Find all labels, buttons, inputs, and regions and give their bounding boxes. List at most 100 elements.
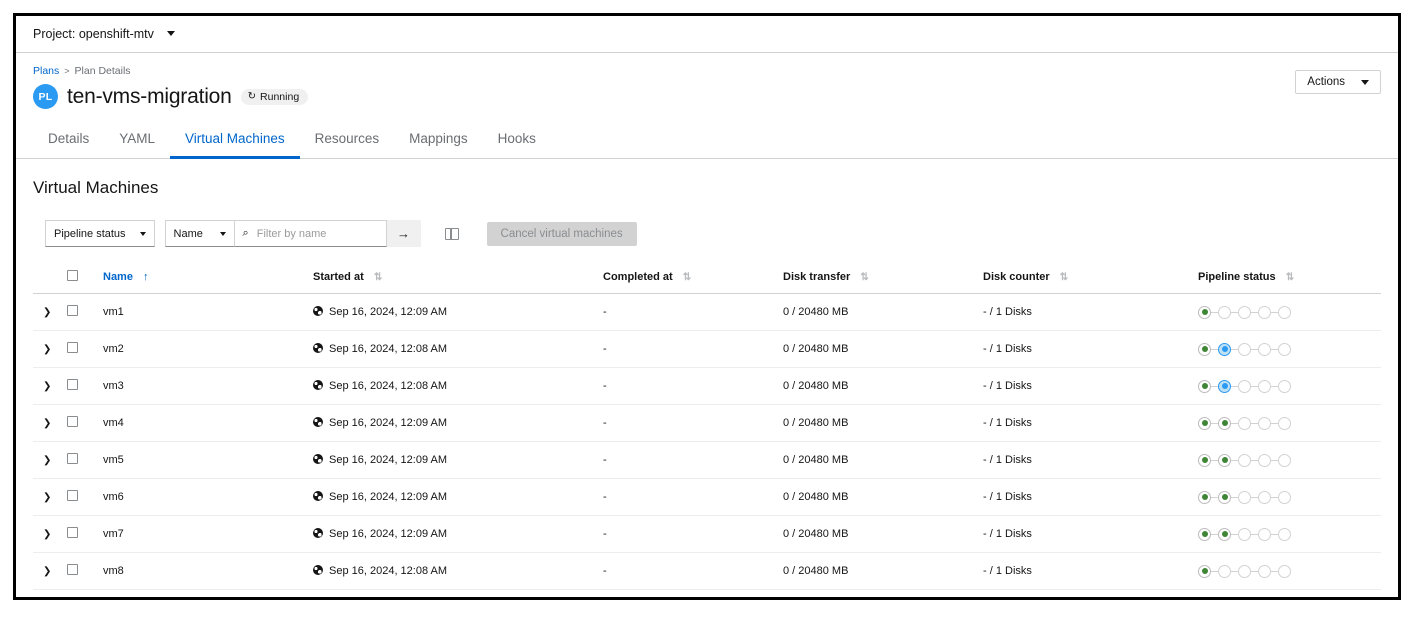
pipeline-step-done[interactable] [1218, 490, 1231, 504]
row-checkbox[interactable] [67, 416, 78, 427]
tab-virtual-machines[interactable]: Virtual Machines [170, 123, 300, 159]
search-input[interactable] [254, 226, 378, 241]
pipeline-step-pending[interactable] [1278, 453, 1291, 467]
pipeline-step-pending[interactable] [1278, 527, 1291, 541]
row-checkbox[interactable] [67, 564, 78, 575]
pipeline-step-pending[interactable] [1258, 490, 1271, 504]
row-expand-toggle[interactable]: ❯ [33, 552, 67, 590]
pipeline-status-indicator [1198, 305, 1381, 319]
select-all-checkbox[interactable] [67, 270, 78, 281]
th-name[interactable]: Name ↑ [103, 265, 313, 294]
row-expand-toggle[interactable]: ❯ [33, 515, 67, 553]
row-checkbox[interactable] [67, 379, 78, 390]
pipeline-step-done[interactable] [1198, 342, 1211, 356]
sort-icon[interactable]: ⇅ [374, 272, 382, 283]
pipeline-step-pending[interactable] [1258, 416, 1271, 430]
pipeline-step-pending[interactable] [1258, 453, 1271, 467]
pipeline-step-pending[interactable] [1258, 564, 1271, 578]
row-expand-toggle[interactable]: ❯ [33, 478, 67, 516]
pipeline-step-pending[interactable] [1218, 564, 1231, 578]
pipeline-step-fill [1221, 346, 1228, 352]
row-expand-toggle[interactable]: ❯ [33, 367, 67, 405]
started-at-value: Sep 16, 2024, 12:09 AM [329, 528, 448, 540]
th-disk-counter[interactable]: Disk counter ⇅ [983, 265, 1198, 294]
tab-details[interactable]: Details [33, 123, 104, 159]
pipeline-step-done[interactable] [1198, 379, 1211, 393]
row-expand-toggle[interactable]: ❯ [33, 330, 67, 368]
th-pipeline-status[interactable]: Pipeline status ⇅ [1198, 265, 1381, 294]
project-selector[interactable]: Project: openshift-mtv [33, 25, 176, 43]
search-submit-button[interactable]: → [386, 220, 421, 247]
sort-asc-icon[interactable]: ↑ [143, 271, 148, 283]
pipeline-step-pending[interactable] [1258, 379, 1271, 393]
sort-icon[interactable]: ⇅ [683, 272, 691, 283]
row-expand-toggle[interactable]: ❯ [33, 293, 67, 331]
pipeline-step-pending[interactable] [1278, 379, 1291, 393]
pipeline-step-pending[interactable] [1238, 416, 1251, 430]
pipeline-step-done[interactable] [1218, 527, 1231, 541]
cell-started-at: Sep 16, 2024, 12:08 AM [313, 367, 603, 405]
pipeline-step-done[interactable] [1198, 527, 1211, 541]
search-box[interactable]: ⌕ [234, 220, 387, 247]
pipeline-step-active[interactable] [1218, 342, 1231, 356]
pipeline-connector [1231, 311, 1238, 313]
pipeline-step-pending[interactable] [1238, 342, 1251, 356]
row-checkbox[interactable] [67, 453, 78, 464]
cancel-virtual-machines-button[interactable]: Cancel virtual machines [486, 221, 637, 246]
chevron-down-icon [219, 231, 226, 236]
th-completed-at[interactable]: Completed at ⇅ [603, 265, 783, 294]
pipeline-step-done[interactable] [1218, 416, 1231, 430]
row-checkbox[interactable] [67, 490, 78, 501]
row-checkbox[interactable] [67, 527, 78, 538]
pipeline-status-filter-select[interactable]: Pipeline status [45, 220, 155, 247]
tab-yaml[interactable]: YAML [104, 123, 170, 159]
pipeline-step-pending[interactable] [1258, 305, 1271, 319]
pipeline-step-pending[interactable] [1238, 490, 1251, 504]
pipeline-connector [1271, 459, 1278, 461]
pipeline-step-pending[interactable] [1278, 490, 1291, 504]
pipeline-step-done[interactable] [1198, 564, 1211, 578]
pipeline-step-fill [1222, 309, 1228, 315]
pipeline-connector [1231, 570, 1238, 572]
row-checkbox[interactable] [67, 305, 78, 316]
pipeline-step-pending[interactable] [1238, 305, 1251, 319]
chevron-right-icon: ❯ [43, 344, 52, 355]
pipeline-step-done[interactable] [1198, 453, 1211, 467]
project-bar: Project: openshift-mtv [16, 16, 1398, 53]
pipeline-step-active[interactable] [1218, 379, 1231, 393]
attribute-filter-select[interactable]: Name [164, 220, 235, 247]
tab-resources[interactable]: Resources [300, 123, 395, 159]
breadcrumb-link-plans[interactable]: Plans [33, 65, 59, 77]
app-frame: Project: openshift-mtv Plans > Plan Deta… [13, 13, 1401, 600]
row-expand-toggle[interactable]: ❯ [33, 589, 67, 597]
pipeline-step-pending[interactable] [1238, 527, 1251, 541]
pipeline-step-pending[interactable] [1238, 564, 1251, 578]
pipeline-step-pending[interactable] [1238, 453, 1251, 467]
pipeline-step-done[interactable] [1198, 416, 1211, 430]
cell-started-at: Sep 16, 2024, 12:09 AM [313, 404, 603, 442]
sort-icon[interactable]: ⇅ [1286, 272, 1294, 283]
row-expand-toggle[interactable]: ❯ [33, 441, 67, 479]
pipeline-step-pending[interactable] [1278, 564, 1291, 578]
sort-icon[interactable]: ⇅ [860, 272, 868, 283]
actions-button[interactable]: Actions [1295, 70, 1381, 94]
tab-mappings[interactable]: Mappings [394, 123, 483, 159]
chevron-down-icon [1361, 79, 1369, 85]
pipeline-step-pending[interactable] [1258, 342, 1271, 356]
row-expand-toggle[interactable]: ❯ [33, 404, 67, 442]
th-started-at[interactable]: Started at ⇅ [313, 265, 603, 294]
th-disk-transfer[interactable]: Disk transfer ⇅ [783, 265, 983, 294]
pipeline-step-pending[interactable] [1278, 305, 1291, 319]
row-checkbox[interactable] [67, 342, 78, 353]
pipeline-step-pending[interactable] [1278, 416, 1291, 430]
pipeline-step-done[interactable] [1198, 490, 1211, 504]
column-manager-button[interactable] [436, 220, 467, 247]
pipeline-step-pending[interactable] [1278, 342, 1291, 356]
pipeline-step-done[interactable] [1218, 453, 1231, 467]
sort-icon[interactable]: ⇅ [1060, 272, 1068, 283]
pipeline-step-done[interactable] [1198, 305, 1211, 319]
pipeline-step-pending[interactable] [1258, 527, 1271, 541]
pipeline-step-pending[interactable] [1218, 305, 1231, 319]
tab-hooks[interactable]: Hooks [483, 123, 551, 159]
pipeline-step-pending[interactable] [1238, 379, 1251, 393]
